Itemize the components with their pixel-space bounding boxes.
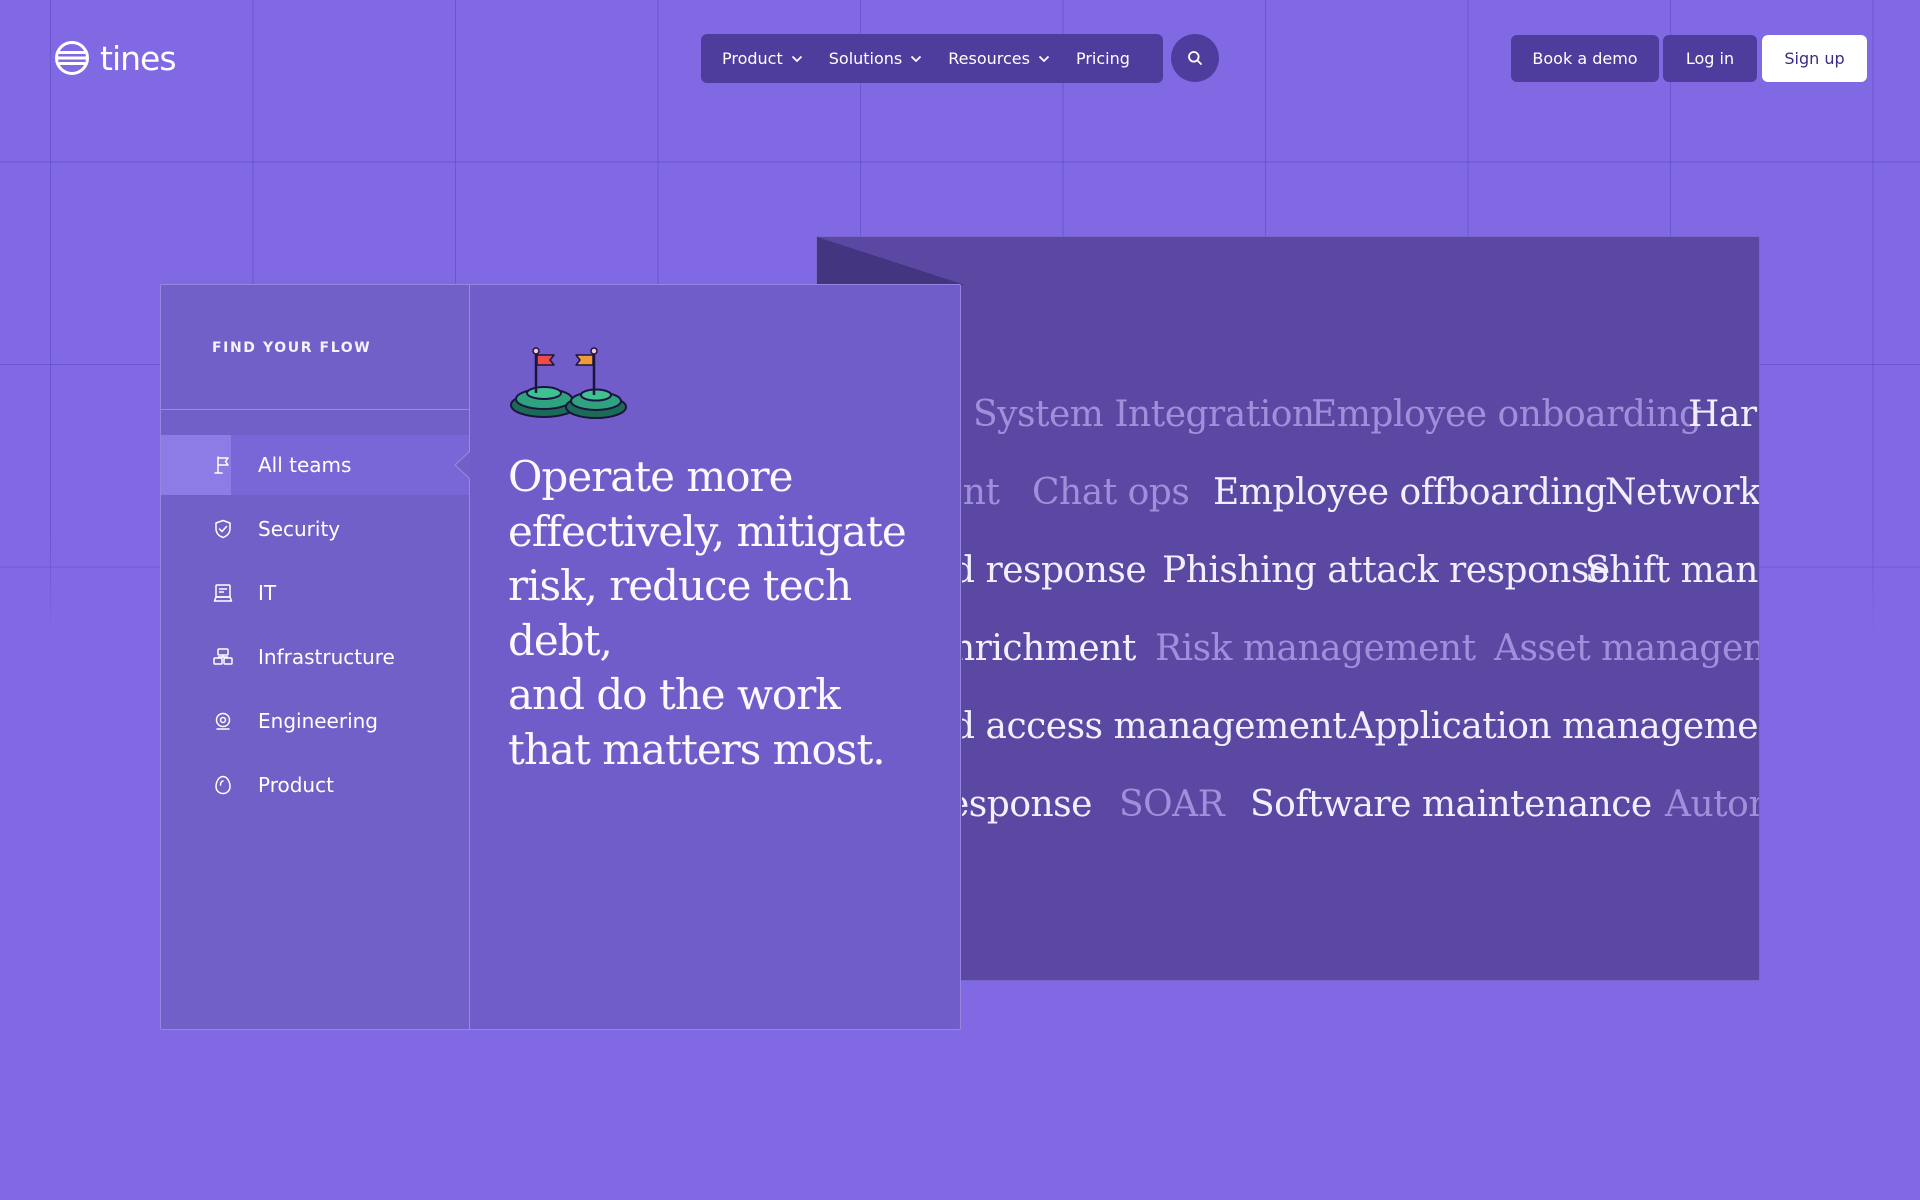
- use-case-tag[interactable]: Network s: [1605, 468, 1759, 518]
- team-item-label: Infrastructure: [258, 645, 395, 669]
- search-button[interactable]: [1171, 34, 1219, 82]
- team-item-all-teams[interactable]: All teams: [161, 435, 469, 495]
- team-item-product[interactable]: Product: [161, 755, 469, 815]
- nav-solutions-label: Solutions: [828, 49, 903, 68]
- sidebar-title: FIND YOUR FLOW: [212, 340, 372, 356]
- active-indicator-notch: [454, 451, 470, 479]
- gear-icon: [215, 712, 231, 730]
- use-case-tag[interactable]: esponse: [962, 780, 1092, 830]
- team-item-label: Product: [258, 773, 334, 797]
- headline-line: and do the work: [508, 670, 841, 719]
- flow-content: Operate more effectively, mitigate risk,…: [470, 285, 960, 1029]
- use-case-tag[interactable]: Har: [1688, 390, 1757, 440]
- sidebar-divider: [161, 409, 469, 410]
- flow-headline: Operate more effectively, mitigate risk,…: [508, 450, 928, 777]
- nav-pricing[interactable]: Pricing: [1076, 49, 1130, 68]
- laptop-icon: [213, 584, 233, 602]
- server-icon: [213, 648, 233, 665]
- chevron-down-icon: [791, 55, 802, 62]
- team-item-label: Security: [258, 517, 341, 541]
- flags-illustration: [510, 347, 627, 419]
- use-case-tag[interactable]: Employee offboarding: [1213, 468, 1607, 518]
- signup-button[interactable]: Sign up: [1762, 35, 1867, 82]
- team-sidebar: FIND YOUR FLOW All teams Security IT Inf…: [161, 285, 470, 1029]
- use-case-tag[interactable]: Chat ops: [1032, 468, 1190, 518]
- nav-product-label: Product: [722, 49, 783, 68]
- team-item-engineering[interactable]: Engineering: [161, 691, 469, 751]
- login-button[interactable]: Log in: [1663, 35, 1757, 82]
- use-cases-marquee: System Integration Employee onboarding H…: [962, 237, 1759, 980]
- headline-line: that matters most.: [508, 724, 886, 774]
- use-case-tag[interactable]: Employee onboarding: [1311, 390, 1702, 440]
- nav-product[interactable]: Product: [722, 49, 803, 68]
- tines-logo-icon: [55, 41, 89, 75]
- nav-resources-label: Resources: [948, 49, 1030, 68]
- use-case-tag[interactable]: Phishing attack response: [1162, 546, 1610, 596]
- use-case-tag[interactable]: d response: [962, 546, 1147, 596]
- use-case-tag[interactable]: Application management: [1349, 702, 1759, 752]
- egg-icon: [215, 775, 231, 795]
- use-case-tag[interactable]: SOAR: [1119, 780, 1225, 830]
- chevron-down-icon: [1038, 55, 1050, 62]
- use-case-tag[interactable]: Software maintenance: [1250, 780, 1652, 830]
- use-case-tag[interactable]: Asset manageme: [1494, 624, 1759, 674]
- team-item-infrastructure[interactable]: Infrastructure: [161, 627, 469, 687]
- headline-line: Operate more: [508, 452, 793, 501]
- use-case-tag[interactable]: Autom: [1665, 780, 1759, 830]
- book-demo-button[interactable]: Book a demo: [1511, 35, 1659, 82]
- team-item-label: IT: [258, 581, 277, 605]
- chevron-down-icon: [911, 55, 922, 62]
- headline-line: effectively, mitigate: [508, 506, 907, 556]
- nav-resources[interactable]: Resources: [948, 49, 1050, 68]
- use-case-tag[interactable]: ent: [962, 468, 1000, 518]
- use-case-tag[interactable]: nrichment: [962, 624, 1136, 674]
- tines-logo[interactable]: tines: [54, 38, 177, 78]
- team-item-security[interactable]: Security: [161, 499, 469, 559]
- use-case-tag[interactable]: Shift mana: [1585, 546, 1759, 596]
- use-case-tag[interactable]: d access management: [962, 702, 1347, 752]
- flag-icon: [214, 456, 229, 474]
- use-case-tag[interactable]: System Integration: [973, 390, 1315, 440]
- find-your-flow-card: FIND YOUR FLOW All teams Security IT Inf…: [160, 284, 961, 1030]
- nav-solutions[interactable]: Solutions: [829, 49, 923, 68]
- shield-icon: [215, 519, 231, 539]
- search-icon: [1188, 51, 1202, 65]
- main-nav: Product Solutions Resources Pricing: [701, 34, 1163, 83]
- team-item-label: Engineering: [258, 709, 378, 733]
- tines-logo-text: tines: [100, 38, 177, 78]
- use-case-tag[interactable]: Risk management: [1155, 624, 1476, 674]
- team-item-it[interactable]: IT: [161, 563, 469, 623]
- headline-line: risk, reduce tech debt,: [508, 561, 852, 665]
- panel-fold-corner: [817, 237, 965, 285]
- team-item-label: All teams: [258, 453, 352, 477]
- nav-pricing-label: Pricing: [1075, 49, 1130, 68]
